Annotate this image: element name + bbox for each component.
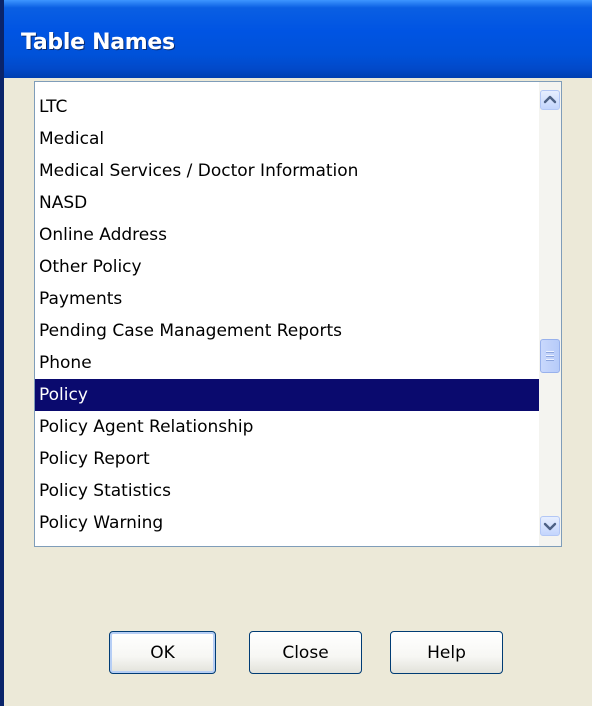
grip-line (546, 359, 554, 361)
help-button[interactable]: Help (390, 631, 503, 674)
list-item[interactable]: Other Policy (35, 251, 539, 283)
grip-line (546, 355, 554, 357)
list-item[interactable]: Phone (35, 347, 539, 379)
list-item[interactable]: Payments (35, 283, 539, 315)
list-item[interactable]: Medical (35, 123, 539, 155)
ok-button[interactable]: OK (109, 631, 216, 674)
list-item[interactable]: Policy Agent Relationship (35, 411, 539, 443)
close-button[interactable]: Close (249, 631, 362, 674)
chevron-up-icon (543, 95, 557, 104)
table-names-dialog: Table Names LTC Medical Medical Services /… (0, 0, 592, 706)
table-names-listbox[interactable]: LTC Medical Medical Services / Doctor Info… (34, 81, 562, 547)
grip-line (546, 351, 554, 353)
scroll-down-button[interactable] (540, 516, 560, 536)
dialog-title: Table Names (21, 30, 175, 55)
list-item[interactable]: Online Address (35, 219, 539, 251)
vertical-scrollbar[interactable] (539, 82, 561, 546)
list-item[interactable]: Policy (35, 379, 539, 411)
scroll-thumb[interactable] (540, 339, 560, 373)
chevron-down-icon (543, 522, 557, 531)
list-item[interactable]: Policy Warning (35, 507, 539, 539)
list-item[interactable]: Medical Services / Doctor Information (35, 155, 539, 187)
title-bar[interactable]: Table Names (4, 0, 592, 78)
list-items: LTC Medical Medical Services / Doctor Info… (35, 91, 539, 539)
list-item[interactable]: Pending Case Management Reports (35, 315, 539, 347)
list-item[interactable]: NASD (35, 187, 539, 219)
list-item[interactable]: LTC (35, 91, 539, 123)
list-item[interactable]: Policy Statistics (35, 475, 539, 507)
list-item[interactable]: Policy Report (35, 443, 539, 475)
scroll-up-button[interactable] (540, 90, 560, 110)
